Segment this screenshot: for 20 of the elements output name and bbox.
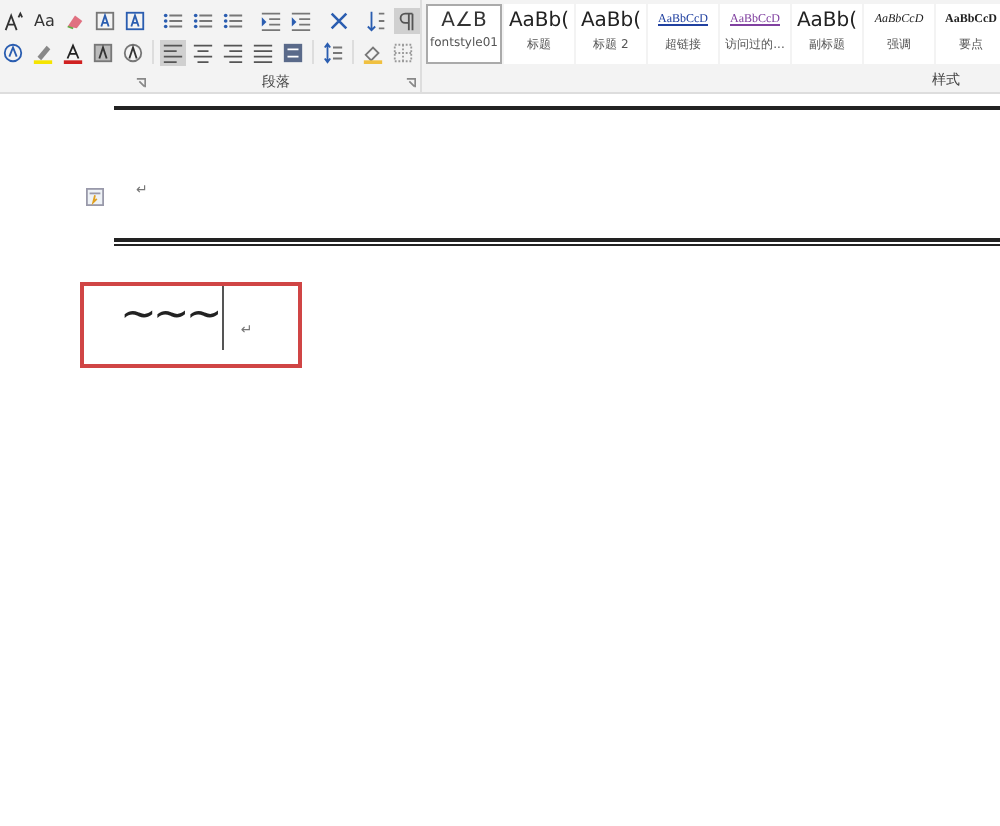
- decrease-indent-icon[interactable]: [258, 7, 285, 33]
- increase-indent-icon[interactable]: [288, 7, 315, 33]
- align-right-icon[interactable]: [220, 39, 246, 65]
- align-left-icon[interactable]: [160, 39, 186, 65]
- character-border-icon[interactable]: [122, 7, 149, 33]
- dialog-launcher-icon[interactable]: [406, 77, 416, 87]
- grow-font-icon[interactable]: [0, 7, 26, 33]
- dialog-launcher-icon[interactable]: [136, 77, 146, 87]
- font-color-icon[interactable]: [60, 39, 86, 65]
- character-shading-icon[interactable]: [90, 39, 116, 65]
- text-effects-icon[interactable]: [0, 39, 26, 65]
- justify-icon[interactable]: [250, 39, 276, 65]
- line-spacing-icon[interactable]: [320, 39, 346, 65]
- change-case-button[interactable]: Aa: [30, 11, 59, 29]
- tilde-text: ~~~: [120, 290, 219, 340]
- paragraph-marks-icon[interactable]: [394, 7, 420, 33]
- text-cursor: [222, 286, 225, 350]
- align-center-icon[interactable]: [190, 39, 216, 65]
- enclosed-character-icon[interactable]: [120, 39, 146, 65]
- note-icon: [86, 188, 104, 206]
